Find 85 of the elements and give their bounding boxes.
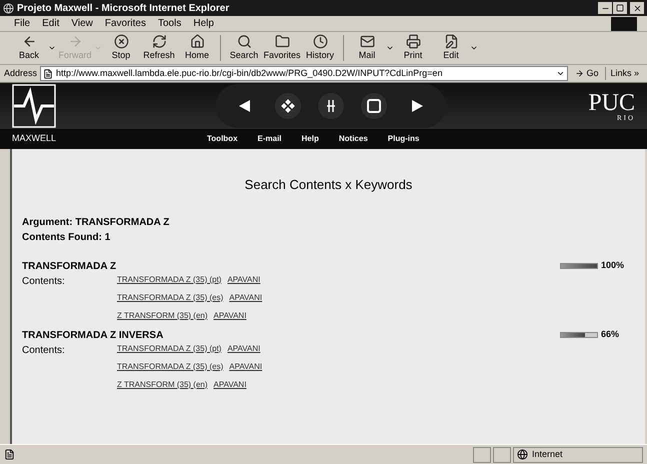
toolbar-button[interactable]: Print	[394, 34, 432, 62]
maximize-button[interactable]	[613, 2, 627, 14]
toolbar-button[interactable]: History	[301, 34, 339, 62]
brand-label: MAXWELL	[12, 132, 58, 146]
address-label: Address	[4, 66, 38, 80]
caret-icon[interactable]	[470, 44, 478, 52]
nav-link[interactable]: Toolbox	[207, 133, 238, 145]
go-arrow-icon	[575, 69, 584, 78]
menu-item[interactable]: View	[65, 16, 99, 31]
toolbar-button[interactable]: Search	[225, 34, 263, 62]
nav-button[interactable]	[275, 93, 302, 119]
nav-link[interactable]: E-mail	[258, 133, 282, 145]
caret-icon[interactable]	[48, 44, 56, 52]
argument-text: Argument: TRANSFORMADA Z	[22, 216, 170, 230]
page-icon	[43, 68, 54, 78]
printer-icon	[406, 34, 420, 49]
square-icon	[366, 99, 381, 113]
relevance-percent: 66%	[601, 328, 620, 342]
folder-icon	[274, 34, 290, 49]
contents-label: Contents:	[22, 274, 66, 288]
browser-icon	[3, 2, 14, 14]
nav-button[interactable]	[360, 93, 387, 119]
caret-icon[interactable]	[386, 44, 394, 52]
stop-icon	[114, 34, 128, 49]
toolbar-button[interactable]: Favorites	[263, 34, 301, 62]
minimize-button[interactable]	[598, 2, 612, 14]
content-link[interactable]: TRANSFORMADA Z (35) (es)	[117, 360, 224, 372]
author-link[interactable]: APAVANI	[227, 342, 260, 354]
contents-label: Contents:	[22, 344, 66, 358]
logo-text: PUC	[588, 90, 635, 114]
page-heading: Search Contents x Keywords	[244, 176, 414, 194]
close-button[interactable]	[630, 2, 644, 14]
toolbar-button[interactable]: Edit	[432, 34, 470, 62]
author-link[interactable]: APAVANI	[229, 360, 262, 372]
menu-item[interactable]: File	[8, 16, 36, 31]
nav-link[interactable]: Plug-ins	[388, 133, 420, 145]
menu-item[interactable]: Favorites	[98, 16, 152, 31]
menu-item[interactable]: Edit	[36, 16, 66, 31]
content-link[interactable]: TRANSFORMADA Z (35) (pt)	[117, 342, 222, 354]
go-button[interactable]: Go	[571, 66, 602, 80]
refresh-icon	[152, 34, 166, 49]
toolbar-button[interactable]: Refresh	[140, 34, 178, 62]
menu-item[interactable]: Tools	[152, 16, 188, 31]
content-link[interactable]: TRANSFORMADA Z (35) (es)	[117, 292, 224, 304]
window-title: Projeto Maxwell - Microsoft Internet Explorer	[17, 2, 230, 16]
author-link[interactable]: APAVANI	[229, 292, 262, 304]
author-link[interactable]: APAVANI	[227, 274, 260, 286]
relevance-percent: 100%	[601, 259, 626, 272]
result-title: TRANSFORMADA Z	[22, 260, 116, 274]
author-link[interactable]: APAVANI	[214, 378, 246, 390]
address-field[interactable]: http://www.maxwell.lambda.ele.puc-rio.br/cgi-bin/db2www/PRG_0490.D2W/INPUT?CdLinPrg=en	[40, 66, 568, 81]
found-count: Contents Found: 1	[22, 230, 112, 244]
author-link[interactable]: APAVANI	[214, 310, 246, 322]
edit-icon	[444, 34, 458, 49]
bars-icon	[326, 99, 336, 113]
status-panel	[493, 446, 511, 462]
content-link[interactable]: TRANSFORMADA Z (35) (pt)	[117, 274, 222, 286]
zone-label: Internet	[532, 448, 563, 461]
toolbar-button[interactable]: Mail	[348, 34, 386, 62]
content-link[interactable]: Z TRANSFORM (35) (en)	[117, 378, 208, 390]
close-icon	[632, 4, 642, 12]
status-panel	[473, 446, 491, 462]
nav-button[interactable]	[318, 93, 344, 119]
toolbar-button[interactable]: Stop	[102, 34, 140, 62]
diamond-dots-icon	[281, 99, 296, 113]
maximize-icon	[616, 4, 624, 12]
menu-item[interactable]: Help	[187, 16, 220, 31]
nav-link[interactable]: Help	[302, 133, 319, 145]
clock-icon	[312, 34, 328, 49]
home-icon	[190, 34, 204, 49]
globe-icon	[517, 449, 528, 460]
result-title: TRANSFORMADA Z INVERSA	[22, 328, 164, 342]
content-link[interactable]: Z TRANSFORM (35) (en)	[117, 310, 208, 322]
toolbar-button[interactable]: Back	[10, 34, 48, 62]
links-button[interactable]: Links »	[605, 66, 643, 80]
forward-arrow-icon	[68, 34, 82, 49]
left-triangle-icon	[238, 99, 252, 113]
search-icon	[236, 34, 252, 49]
dropdown-icon[interactable]	[556, 69, 566, 78]
right-triangle-icon	[410, 99, 424, 113]
page-icon	[4, 449, 15, 460]
heartbeat-logo	[12, 84, 56, 128]
nav-link[interactable]: Notices	[338, 133, 368, 145]
mail-icon	[360, 34, 374, 49]
toolbar-button[interactable]: Home	[178, 34, 216, 62]
